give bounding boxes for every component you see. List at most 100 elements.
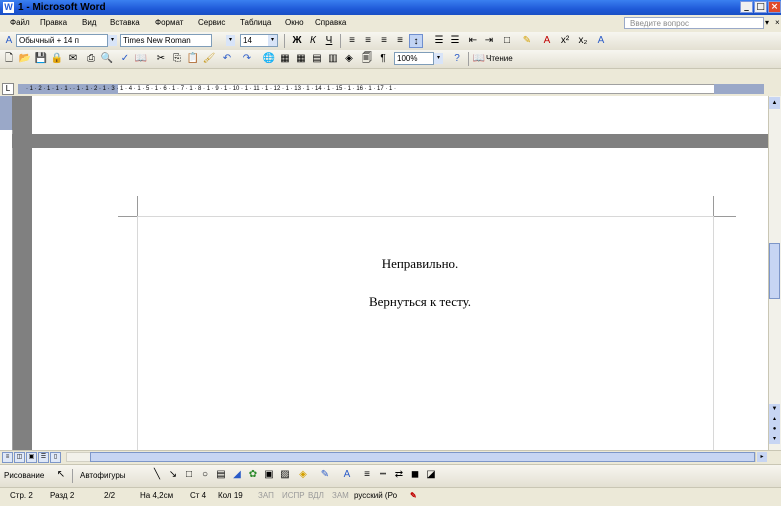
align-right-icon[interactable]: ≡ bbox=[377, 34, 391, 48]
menu-tools[interactable]: Сервис bbox=[198, 18, 225, 27]
line-icon[interactable]: ╲ bbox=[150, 468, 164, 482]
save-icon[interactable]: 💾 bbox=[34, 52, 48, 66]
tab-selector-icon[interactable]: L bbox=[2, 83, 14, 95]
drawing-icon[interactable]: ◈ bbox=[342, 52, 356, 66]
reading-view-icon[interactable]: ▯ bbox=[50, 452, 61, 463]
font-color-draw-icon[interactable]: A bbox=[340, 468, 354, 482]
decrease-indent-icon[interactable]: ⇤ bbox=[466, 34, 480, 48]
previous-page-icon[interactable]: ▴ bbox=[769, 414, 780, 424]
bullets-icon[interactable]: ☰ bbox=[448, 34, 462, 48]
minimize-button[interactable]: _ bbox=[740, 1, 753, 13]
format-painter-icon[interactable]: 🖌 bbox=[202, 52, 216, 66]
italic-icon[interactable]: К bbox=[306, 34, 320, 48]
increase-indent-icon[interactable]: ⇥ bbox=[482, 34, 496, 48]
vertical-ruler[interactable] bbox=[0, 130, 13, 450]
help-dropdown-icon[interactable]: ▾ bbox=[765, 18, 769, 27]
wordart-icon[interactable]: ◢ bbox=[230, 468, 244, 482]
border-icon[interactable]: □ bbox=[500, 34, 514, 48]
align-center-icon[interactable]: ≡ bbox=[361, 34, 375, 48]
font-size-dropdown-icon[interactable]: ▾ bbox=[268, 35, 277, 46]
spelling-icon[interactable]: ✓ bbox=[118, 52, 132, 66]
line-style-icon[interactable]: ≡ bbox=[360, 468, 374, 482]
help-question-input[interactable]: Введите вопрос bbox=[624, 17, 764, 29]
web-view-icon[interactable]: ◫ bbox=[14, 452, 25, 463]
close-button[interactable]: × bbox=[768, 1, 781, 13]
menu-edit[interactable]: Правка bbox=[40, 18, 67, 27]
line-color-icon[interactable]: ✎ bbox=[318, 468, 332, 482]
zoom-combo[interactable]: 100% bbox=[394, 52, 434, 65]
normal-view-icon[interactable]: ≡ bbox=[2, 452, 13, 463]
hyperlink-icon[interactable]: 🌐 bbox=[262, 52, 276, 66]
zoom-dropdown-icon[interactable]: ▾ bbox=[434, 53, 443, 64]
status-language[interactable]: русский (Ро bbox=[354, 491, 397, 500]
open-icon[interactable]: 📂 bbox=[18, 52, 32, 66]
clip-art-icon[interactable]: ▣ bbox=[262, 468, 276, 482]
font-combo[interactable]: Times New Roman bbox=[120, 34, 212, 47]
draw-menu-button[interactable]: Рисование bbox=[4, 471, 44, 480]
3d-icon[interactable]: ◪ bbox=[424, 468, 438, 482]
oval-icon[interactable]: ○ bbox=[198, 468, 212, 482]
scroll-down-icon[interactable]: ▼ bbox=[769, 404, 780, 414]
research-icon[interactable]: 📖 bbox=[134, 52, 148, 66]
cut-icon[interactable]: ✂ bbox=[154, 52, 168, 66]
print-preview-icon[interactable]: 🔍 bbox=[100, 52, 114, 66]
select-browse-object-icon[interactable]: ● bbox=[769, 424, 780, 434]
menu-window[interactable]: Окно bbox=[285, 18, 304, 27]
arrow-style-icon[interactable]: ⇄ bbox=[392, 468, 406, 482]
read-mode-button[interactable]: Чтение bbox=[486, 54, 513, 63]
arrow-icon[interactable]: ↘ bbox=[166, 468, 180, 482]
show-hide-icon[interactable]: ¶ bbox=[376, 52, 390, 66]
columns-icon[interactable]: ▥ bbox=[326, 52, 340, 66]
menu-format[interactable]: Формат bbox=[155, 18, 183, 27]
copy-icon[interactable]: ⎘ bbox=[170, 52, 184, 66]
vertical-scroll-thumb[interactable] bbox=[769, 243, 780, 299]
align-left-icon[interactable]: ≡ bbox=[345, 34, 359, 48]
word-app-icon[interactable]: W bbox=[3, 2, 14, 13]
outline-view-icon[interactable]: ☰ bbox=[38, 452, 49, 463]
undo-icon[interactable]: ↶ bbox=[220, 52, 234, 66]
permission-icon[interactable]: 🔒 bbox=[50, 52, 64, 66]
print-icon[interactable]: ⎙ bbox=[84, 52, 98, 66]
document-map-icon[interactable]: 🗐 bbox=[360, 52, 374, 66]
font-dropdown-icon[interactable]: ▾ bbox=[226, 35, 235, 46]
insert-table-icon[interactable]: ▦ bbox=[294, 52, 308, 66]
next-page-icon[interactable]: ▾ bbox=[769, 434, 780, 444]
paste-icon[interactable]: 📋 bbox=[186, 52, 200, 66]
bold-icon[interactable]: Ж bbox=[290, 34, 304, 48]
font-color-icon[interactable]: A bbox=[540, 34, 554, 48]
style-dropdown-icon[interactable]: ▾ bbox=[108, 35, 117, 46]
horizontal-scroll-thumb[interactable] bbox=[90, 452, 755, 462]
previous-page-bottom[interactable] bbox=[32, 96, 768, 134]
menu-help[interactable]: Справка bbox=[315, 18, 346, 27]
scroll-up-icon[interactable]: ▲ bbox=[769, 97, 780, 109]
text-box-icon[interactable]: ▤ bbox=[214, 468, 228, 482]
fill-color-icon[interactable]: ◈ bbox=[296, 468, 310, 482]
print-layout-view-icon[interactable]: ▣ bbox=[26, 452, 37, 463]
menu-insert[interactable]: Вставка bbox=[110, 18, 140, 27]
redo-icon[interactable]: ↷ bbox=[240, 52, 254, 66]
help-icon[interactable]: ? bbox=[450, 52, 464, 66]
menu-file[interactable]: Файл bbox=[10, 18, 30, 27]
style-combo[interactable]: Обычный + 14 п bbox=[16, 34, 108, 47]
menu-view[interactable]: Вид bbox=[82, 18, 96, 27]
dash-style-icon[interactable]: ┅ bbox=[376, 468, 390, 482]
justify-icon[interactable]: ≡ bbox=[393, 34, 407, 48]
highlight-icon[interactable]: ✎ bbox=[520, 34, 534, 48]
new-document-icon[interactable]: 🗋 bbox=[2, 52, 16, 66]
maximize-button[interactable]: □ bbox=[754, 1, 767, 13]
styles-pane-icon[interactable]: A bbox=[2, 34, 16, 48]
numbering-icon[interactable]: ☰ bbox=[432, 34, 446, 48]
line-spacing-icon[interactable]: ↕ bbox=[409, 34, 423, 48]
shadow-icon[interactable]: ◼ bbox=[408, 468, 422, 482]
superscript-icon[interactable]: x² bbox=[558, 34, 572, 48]
rectangle-icon[interactable]: □ bbox=[182, 468, 196, 482]
insert-excel-icon[interactable]: ▤ bbox=[310, 52, 324, 66]
select-objects-icon[interactable]: ↖ bbox=[54, 468, 68, 482]
tables-borders-icon[interactable]: ▦ bbox=[278, 52, 292, 66]
subscript-icon[interactable]: x₂ bbox=[576, 34, 590, 48]
underline-icon[interactable]: Ч bbox=[322, 34, 336, 48]
menu-table[interactable]: Таблица bbox=[240, 18, 271, 27]
status-track-changes[interactable]: ИСПР bbox=[282, 491, 305, 500]
status-record-macro[interactable]: ЗАП bbox=[258, 491, 274, 500]
autoshapes-menu-button[interactable]: Автофигуры bbox=[80, 471, 126, 480]
